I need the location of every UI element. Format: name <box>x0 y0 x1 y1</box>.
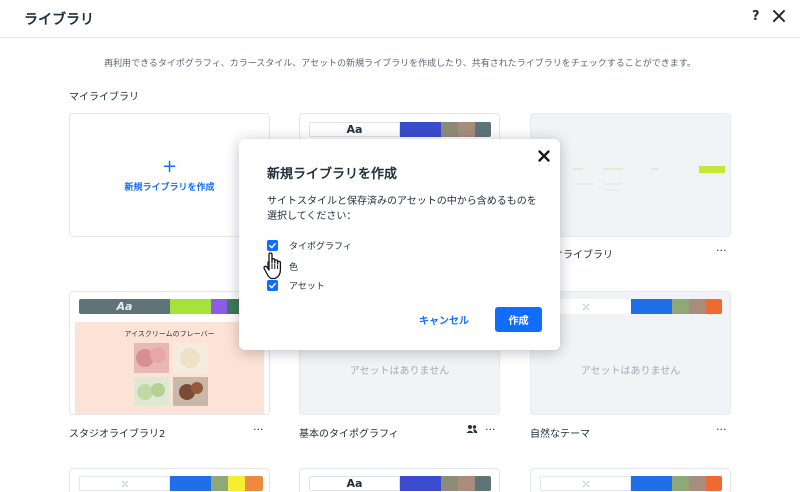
library-description: 再利用できるタイポグラフィ、カラースタイル、アセットの新規ライブラリを作成したり… <box>104 59 696 69</box>
site-preview-thumbnail <box>573 166 725 191</box>
style-strip: Aa <box>79 299 263 314</box>
color-swatch <box>228 476 245 491</box>
close-icon[interactable] <box>771 8 787 24</box>
color-swatch <box>672 299 689 314</box>
no-style-icon <box>121 480 128 487</box>
library-page: ライブラリ ? 再利用できるタイポグラフィ、カラースタイル、アセットの新規ライブ… <box>0 0 800 492</box>
color-swatch <box>631 299 672 314</box>
checkmark-icon <box>269 282 276 288</box>
more-options-button[interactable]: ··· <box>716 423 727 436</box>
no-typography-swatch <box>79 476 170 491</box>
no-typography-swatch <box>540 476 631 491</box>
more-options-button[interactable]: ··· <box>485 423 496 436</box>
color-swatch <box>475 122 491 137</box>
basic-typography-caption: 基本のタイポグラフィ <box>299 429 399 440</box>
color-swatch <box>211 299 227 314</box>
empty-assets-text: アセットはありません <box>580 366 681 377</box>
natural-theme-card[interactable]: アセットはありません <box>530 291 731 415</box>
style-strip <box>540 476 722 491</box>
my-libraries-label: マイライブラリ <box>69 92 139 103</box>
more-options-button[interactable]: ··· <box>253 423 264 436</box>
style-strip: Aa <box>309 476 491 491</box>
studio-library-caption: スタジオライブラリ2 <box>69 429 166 440</box>
hand-cursor-icon <box>263 252 282 280</box>
color-swatch <box>245 476 263 491</box>
color-swatch <box>475 476 491 491</box>
option-label: 色 <box>289 262 299 273</box>
page-title: ライブラリ <box>24 12 94 28</box>
color-swatch <box>689 299 706 314</box>
color-swatch <box>170 476 211 491</box>
color-swatch <box>170 299 211 314</box>
shared-users-icon <box>466 425 478 433</box>
color-swatch <box>441 476 458 491</box>
color-swatch <box>706 299 722 314</box>
typography-checkbox[interactable] <box>267 239 278 251</box>
color-swatch <box>441 122 458 137</box>
ice-cream-images <box>134 343 208 406</box>
empty-assets-text: アセットはありません <box>349 366 450 377</box>
assets-checkbox[interactable] <box>267 279 278 291</box>
option-label: タイポグラフィ <box>289 241 352 252</box>
typography-swatch: Aa <box>309 476 400 491</box>
library-card-row3-3[interactable] <box>530 468 731 492</box>
library-card-3-caption: オライブラリ <box>553 250 613 261</box>
library-card-row3-2[interactable]: Aa <box>299 468 500 492</box>
close-icon[interactable] <box>537 149 551 163</box>
no-style-icon <box>582 303 589 310</box>
option-label: アセット <box>289 281 325 292</box>
style-strip <box>540 299 722 314</box>
style-strip <box>79 476 263 491</box>
color-swatch <box>672 476 689 491</box>
option-typography[interactable]: タイポグラフィ <box>267 238 352 252</box>
help-button[interactable]: ? <box>752 9 760 24</box>
more-options-button[interactable]: ··· <box>716 244 727 257</box>
color-swatch <box>631 476 672 491</box>
color-swatch <box>400 122 441 137</box>
option-assets[interactable]: アセット <box>267 278 325 292</box>
dialog-title: 新規ライブラリを作成 <box>267 167 398 182</box>
checkmark-icon <box>269 242 276 248</box>
color-swatch <box>458 122 475 137</box>
color-swatch <box>706 476 722 491</box>
library-card-row3-1[interactable] <box>69 468 270 492</box>
header: ライブラリ ? <box>0 0 800 38</box>
natural-theme-caption: 自然なテーマ <box>530 429 590 440</box>
create-button[interactable]: 作成 <box>495 307 542 332</box>
studio-preview: アイスクリームのフレーバー <box>75 322 264 414</box>
color-swatch <box>400 476 441 491</box>
create-library-dialog: 新規ライブラリを作成 サイトスタイルと保存済みのアセットの中から含めるものを選択… <box>239 139 560 350</box>
dialog-description: サイトスタイルと保存済みのアセットの中から含めるものを選択してください： <box>267 196 537 222</box>
no-style-icon <box>582 480 589 487</box>
color-swatch <box>458 476 475 491</box>
style-strip: Aa <box>309 122 491 137</box>
library-card-3[interactable] <box>530 113 731 237</box>
color-swatch <box>689 476 706 491</box>
color-swatch <box>211 476 228 491</box>
typography-swatch: Aa <box>79 299 170 314</box>
typography-swatch: Aa <box>309 122 400 137</box>
cancel-button[interactable]: キャンセル <box>419 312 469 327</box>
